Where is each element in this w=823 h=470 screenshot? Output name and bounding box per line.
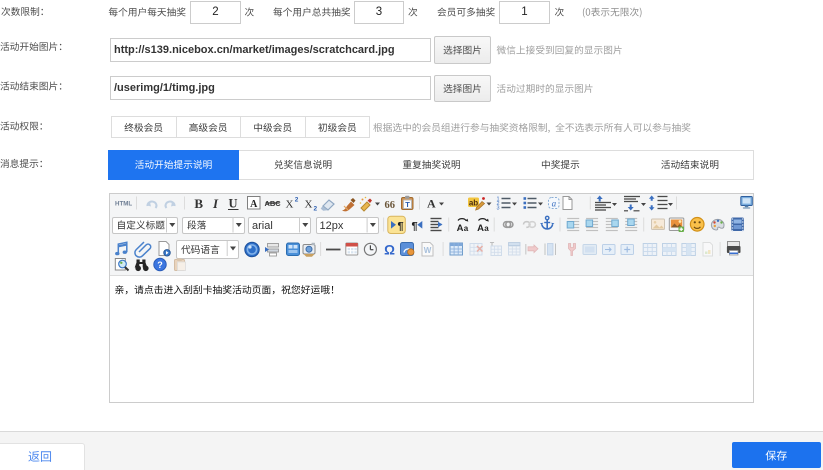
svg-text:A: A [457,223,464,234]
svg-text:A: A [427,197,436,211]
svg-text:66: 66 [384,200,395,211]
svg-text:¶: ¶ [411,221,417,233]
svg-text:3: 3 [496,206,499,212]
svg-text:X: X [286,199,294,211]
svg-text:2: 2 [295,197,299,204]
svg-text:T: T [405,200,410,209]
svg-text:?: ? [157,260,163,270]
svg-text:HTML: HTML [115,201,132,208]
svg-text:U: U [228,197,237,211]
svg-text:B: B [194,196,203,211]
svg-text:a: a [484,224,489,233]
svg-text:W: W [424,246,432,255]
svg-text:A: A [477,223,484,234]
svg-text:A: A [250,199,258,210]
svg-text:a: a [552,199,557,209]
svg-text:ab: ab [469,199,478,208]
svg-text:Ω: Ω [384,243,395,258]
svg-text:¶: ¶ [397,221,403,233]
svg-text:I: I [212,196,219,211]
svg-text:2: 2 [313,206,317,213]
svg-text:X: X [305,199,313,211]
svg-text:a: a [464,224,469,233]
